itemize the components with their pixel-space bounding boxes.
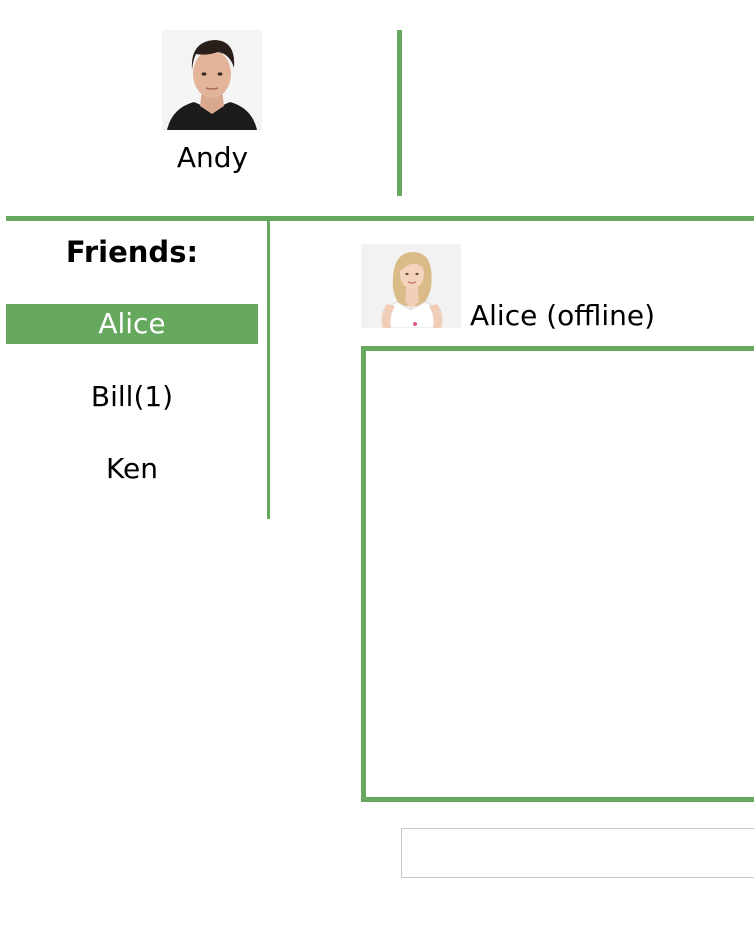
friends-divider — [267, 221, 270, 519]
chat-contact-avatar — [361, 244, 461, 328]
chat-message-area[interactable] — [361, 346, 754, 802]
friends-title: Friends: — [65, 235, 199, 269]
current-user-name: Andy — [176, 141, 249, 174]
current-user-avatar — [162, 30, 262, 130]
friend-item-label: Bill(1) — [90, 380, 174, 413]
message-input[interactable] — [401, 828, 754, 878]
friend-item-label: Alice — [98, 307, 166, 340]
friend-item-label: Ken — [106, 452, 158, 485]
user-photo-icon — [162, 30, 262, 130]
header-divider-horizontal — [6, 216, 754, 221]
user-photo-icon — [361, 244, 461, 328]
friend-item-ken[interactable]: Ken — [6, 449, 258, 489]
friend-item-alice[interactable]: Alice — [6, 304, 258, 344]
chat-contact-name: Alice (offline) — [470, 299, 656, 332]
header-divider-vertical — [397, 30, 402, 196]
friend-item-bill[interactable]: Bill(1) — [6, 377, 258, 417]
